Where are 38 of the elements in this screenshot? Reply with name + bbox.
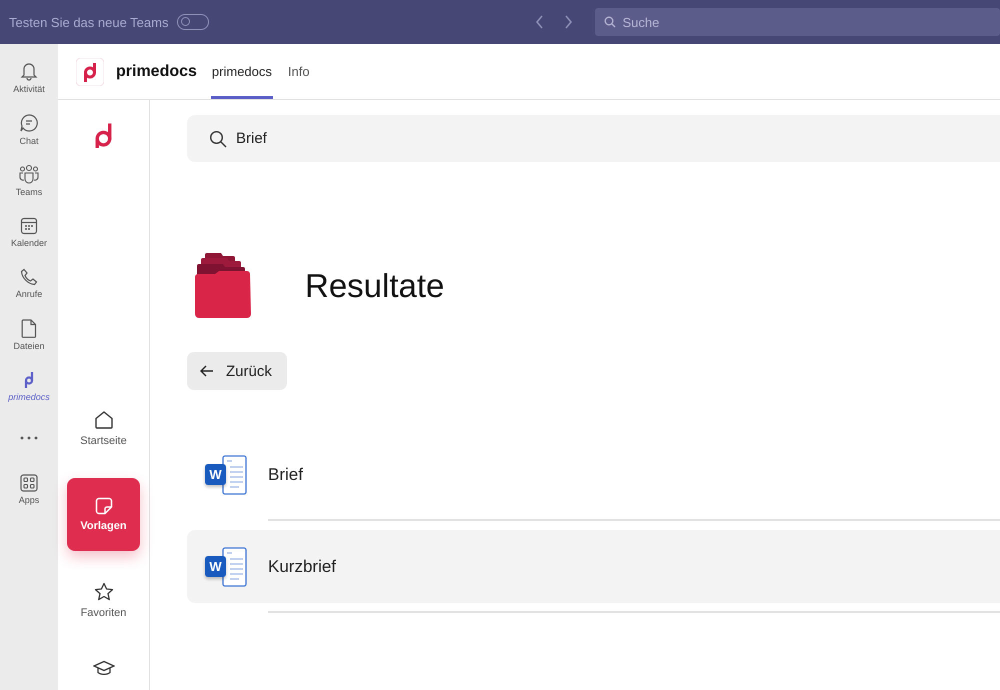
more-icon: [20, 436, 38, 440]
apps-icon: [20, 474, 38, 492]
chat-icon: [19, 112, 39, 133]
result-item[interactable]: W Brief: [187, 438, 1000, 511]
nav-item[interactable]: Vorlagen: [67, 478, 140, 551]
nav-item[interactable]: Startseite: [67, 392, 140, 465]
file-icon: [21, 319, 37, 338]
tab[interactable]: Info: [286, 44, 311, 99]
app-bar-item[interactable]: Apps: [0, 464, 58, 516]
folders-icon: [193, 253, 253, 319]
app-bar-item[interactable]: Teams: [0, 155, 58, 206]
nav-item[interactable]: Favoriten: [67, 564, 140, 637]
app-bar-item[interactable]: Kalender: [0, 206, 58, 258]
search-field[interactable]: Suche: [595, 8, 1000, 36]
logo-icon: [23, 371, 35, 390]
bell-icon: [20, 61, 38, 82]
app-logo-icon: [76, 58, 104, 86]
new-teams-toggle[interactable]: [177, 14, 210, 30]
app-bar-item[interactable]: primedocs: [0, 361, 58, 412]
search-field[interactable]: Brief: [187, 115, 1000, 162]
people-icon: [18, 164, 40, 184]
app-bar-item[interactable]: Chat: [0, 104, 58, 155]
page-heading: Resultate: [305, 267, 444, 305]
phone-icon: [20, 268, 38, 286]
note-icon: [94, 497, 112, 515]
tab[interactable]: primedocs: [210, 44, 273, 99]
app-bar-item[interactable]: Aktivität: [0, 52, 58, 104]
calendar-icon: [20, 216, 38, 235]
new-teams-label: Testen Sie das neue Teams: [9, 14, 168, 30]
result-item[interactable]: W Kurzbrief: [187, 530, 1000, 603]
star-icon: [94, 582, 114, 602]
graduation-cap-icon: [92, 660, 114, 676]
left-arrow-icon: [200, 365, 214, 377]
back-button[interactable]: Zurück: [187, 352, 287, 390]
home-icon: [94, 410, 114, 430]
app-bar-item[interactable]: Dateien: [0, 310, 58, 361]
app-title: primedocs: [116, 62, 197, 80]
app-bar-item[interactable]: Anrufe: [0, 258, 58, 310]
